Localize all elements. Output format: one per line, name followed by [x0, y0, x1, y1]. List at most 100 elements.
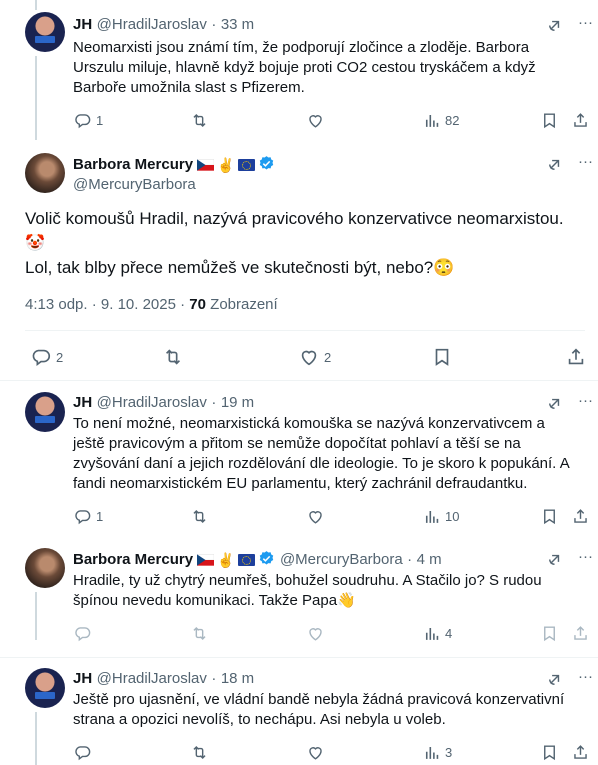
bookmark-button[interactable]: [540, 743, 559, 762]
tweet-text: Ještě pro ujasnění, ve vládní bandě neby…: [73, 691, 565, 728]
author-name[interactable]: Barbora Mercury: [73, 156, 193, 173]
author-handle[interactable]: @MercuryBarbora: [73, 176, 196, 193]
avatar[interactable]: [25, 12, 65, 52]
like-button[interactable]: [306, 507, 325, 526]
like-button[interactable]: [306, 111, 325, 130]
share-icon: [571, 743, 590, 762]
like-button[interactable]: 2: [298, 346, 331, 368]
like-icon: [306, 111, 325, 130]
thread-line: [35, 712, 37, 765]
bookmark-button[interactable]: [540, 507, 559, 526]
share-button[interactable]: [565, 346, 587, 368]
reply-icon: [73, 743, 92, 762]
grok-icon[interactable]: [545, 670, 564, 689]
avatar[interactable]: [25, 668, 65, 708]
tweet-timestamp[interactable]: 4:13 odp. · 9. 10. 2025: [25, 296, 176, 313]
separator: ·: [211, 16, 217, 33]
repost-icon: [190, 743, 209, 762]
views-count: 3: [445, 745, 453, 760]
repost-icon: [190, 111, 209, 130]
divider: [0, 380, 598, 381]
share-button[interactable]: [571, 624, 590, 643]
tweet-time[interactable]: 33 m: [221, 16, 254, 33]
author-name[interactable]: Barbora Mercury: [73, 551, 193, 568]
repost-icon: [190, 507, 209, 526]
views-icon: [422, 743, 441, 762]
views-icon: [422, 111, 441, 130]
like-icon: [306, 507, 325, 526]
more-icon[interactable]: ···: [578, 153, 593, 170]
author-handle[interactable]: @MercuryBarbora: [280, 551, 403, 568]
reply-count: 1: [96, 509, 104, 524]
author-name[interactable]: JH: [73, 16, 92, 33]
reply-icon: [73, 624, 92, 643]
author-name[interactable]: JH: [73, 670, 92, 687]
thread-line: [35, 592, 37, 640]
more-icon[interactable]: ···: [578, 392, 593, 409]
views-count: 70: [189, 296, 206, 313]
reply-button[interactable]: [73, 624, 92, 643]
tweet-time[interactable]: 18 m: [221, 670, 254, 687]
reply-icon: [73, 507, 92, 526]
avatar[interactable]: [25, 548, 65, 588]
separator: ·: [407, 551, 413, 568]
bookmark-button[interactable]: [540, 111, 559, 130]
repost-button[interactable]: [190, 743, 209, 762]
share-button[interactable]: [571, 111, 590, 130]
more-icon[interactable]: ···: [578, 668, 593, 685]
tweet-text-line1: Volič komoušů Hradil, nazývá pravicového…: [25, 209, 564, 228]
reply-button[interactable]: [73, 743, 92, 762]
eu-flag-icon: [238, 554, 256, 566]
victory-hand-icon: ✌: [217, 552, 235, 568]
share-button[interactable]: [571, 507, 590, 526]
views-button[interactable]: 4: [422, 624, 452, 643]
grok-icon[interactable]: [545, 16, 564, 35]
share-icon: [571, 624, 590, 643]
bookmark-icon: [540, 743, 559, 762]
views-button[interactable]: 3: [422, 743, 452, 762]
czech-flag-icon: [197, 554, 214, 566]
tweet-time[interactable]: 19 m: [221, 394, 254, 411]
share-button[interactable]: [571, 743, 590, 762]
bookmark-icon: [540, 624, 559, 643]
author-handle[interactable]: @HradilJaroslav: [97, 394, 207, 411]
reply-button[interactable]: 2: [30, 346, 63, 368]
grok-icon[interactable]: [545, 550, 564, 569]
reply-icon: [73, 111, 92, 130]
views-button[interactable]: 10: [422, 507, 459, 526]
verified-badge-icon: [258, 550, 275, 567]
author-handle[interactable]: @HradilJaroslav: [97, 670, 207, 687]
bookmark-icon: [540, 111, 559, 130]
like-icon: [298, 346, 320, 368]
like-button[interactable]: [306, 743, 325, 762]
views-count: 10: [445, 509, 460, 524]
more-icon[interactable]: ···: [578, 14, 593, 31]
like-count: 2: [324, 349, 332, 365]
clown-emoji-icon: 🤡: [25, 235, 45, 252]
author-handle[interactable]: @HradilJaroslav: [97, 16, 207, 33]
like-button[interactable]: [306, 624, 325, 643]
author-name[interactable]: JH: [73, 394, 92, 411]
waving-hand-icon: 👋: [337, 592, 356, 609]
more-icon[interactable]: ···: [578, 548, 593, 565]
grok-icon[interactable]: [545, 155, 564, 174]
victory-hand-icon: ✌: [217, 157, 235, 173]
repost-button[interactable]: [190, 507, 209, 526]
bookmark-button[interactable]: [540, 624, 559, 643]
views-button[interactable]: 82: [422, 111, 459, 130]
reply-button[interactable]: 1: [73, 507, 103, 526]
reply-button[interactable]: 1: [73, 111, 103, 130]
avatar[interactable]: [25, 392, 65, 432]
avatar[interactable]: [25, 153, 65, 193]
repost-button[interactable]: [162, 346, 184, 368]
repost-button[interactable]: [190, 624, 209, 643]
bookmark-button[interactable]: [431, 346, 453, 368]
repost-button[interactable]: [190, 111, 209, 130]
grok-icon[interactable]: [545, 394, 564, 413]
views-count: 82: [445, 113, 460, 128]
repost-icon: [190, 624, 209, 643]
tweet-time[interactable]: 4 m: [417, 551, 442, 568]
separator: ·: [211, 394, 217, 411]
share-icon: [571, 507, 590, 526]
flushed-emoji-icon: 😳: [433, 258, 455, 277]
